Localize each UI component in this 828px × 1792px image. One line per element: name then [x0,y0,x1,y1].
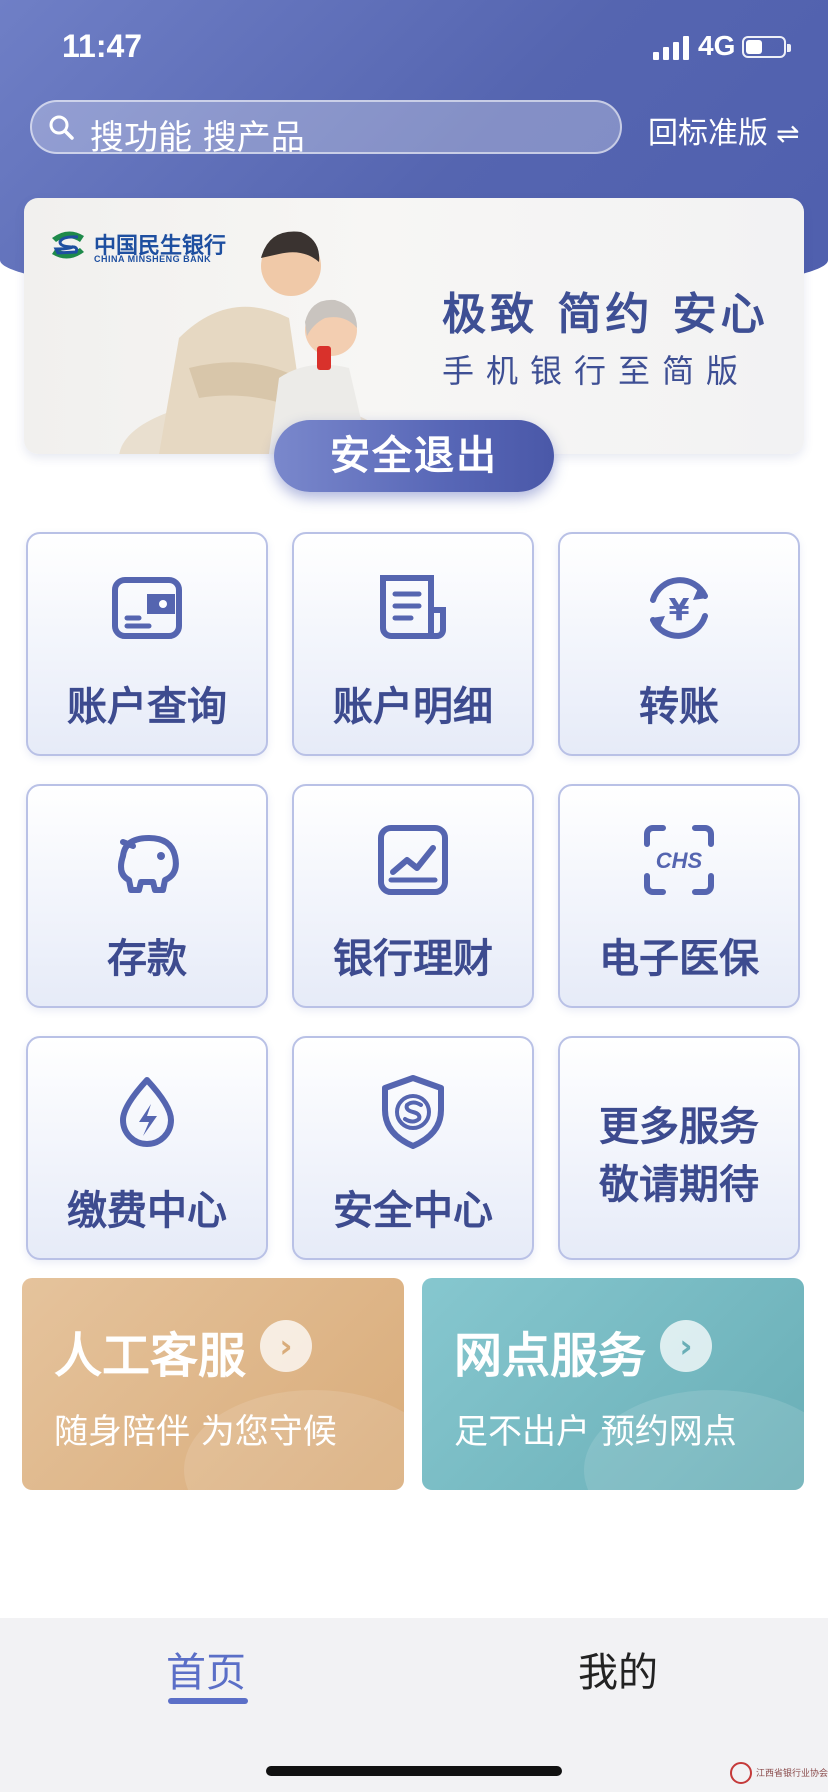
service-transfer[interactable]: ¥ 转账 [558,532,800,756]
association-watermark: 江西省银行业协会 [730,1758,828,1788]
minsheng-logo-icon [52,231,84,259]
branch-service-card[interactable]: 网点服务 › 足不出户 预约网点 [422,1278,804,1490]
tab-home[interactable]: 首页 [166,1640,246,1698]
service-label: 电子医保 [599,936,759,982]
status-time: 11:47 [62,28,143,64]
home-indicator[interactable] [266,1766,562,1776]
promo-banner[interactable]: 中国民生银行 CHINA MINSHENG BANK 极致 简约 安心 手机银行… [24,198,804,454]
piggy-bank-icon [118,835,179,893]
more-services-line2: 敬请期待 [599,1162,759,1208]
service-deposit[interactable]: 存款 [26,784,268,1008]
more-services-text: 更多服务 敬请期待 [560,1098,798,1214]
watermark-text: 江西省银行业协会 [756,1769,828,1779]
cellular-signal-icon [653,36,691,60]
banner-slogan: 极致 简约 安心 [442,289,769,340]
network-type: 4G [698,30,736,61]
service-label: 银行理财 [333,936,493,982]
customer-service-title: 人工客服 [54,1328,247,1384]
service-label: 安全中心 [333,1188,493,1234]
battery-icon [742,36,791,58]
standard-version-switch[interactable]: 回标准版 ⇌ [648,108,799,152]
banner-subtitle: 手机银行至简版 [442,352,751,390]
more-services-line1: 更多服务 [599,1104,759,1150]
service-payment-center[interactable]: 缴费中心 [26,1036,268,1260]
service-security-center[interactable]: 安全中心 [292,1036,534,1260]
chevron-right-icon: › [260,1320,312,1372]
service-label: 缴费中心 [67,1188,227,1234]
switch-label: 回标准版 [648,116,768,151]
service-more-coming-soon: 更多服务 敬请期待 [558,1036,800,1260]
battery-level [746,40,762,54]
service-label: 存款 [107,936,187,982]
water-drop-lightning-icon [120,1077,174,1147]
swap-arrows-icon: ⇌ [776,117,800,150]
service-wealth-management[interactable]: 银行理财 [292,784,534,1008]
service-label: 账户明细 [333,684,493,730]
search-input[interactable]: 搜功能 搜产品 [30,100,622,158]
tab-mine[interactable]: 我的 [578,1640,658,1698]
service-label: 转账 [639,684,719,730]
tab-active-indicator [168,1698,248,1704]
service-e-medical-insurance[interactable]: CHS 电子医保 [558,784,800,1008]
elderly-couple-photo [119,231,399,454]
bottom-tab-bar: 首页 我的 江西省银行业协会 [0,1618,828,1792]
branch-service-title: 网点服务 [454,1328,647,1384]
safe-logout-button[interactable]: 安全退出 [274,420,554,492]
customer-service-card[interactable]: 人工客服 › 随身陪伴 为您守候 [22,1278,404,1490]
chart-trend-icon [378,825,448,895]
service-account-query[interactable]: 账户查询 [26,532,268,756]
chs-text: CHS [656,848,703,873]
service-account-detail[interactable]: 账户明细 [292,532,534,756]
search-placeholder: 搜功能 搜产品 [90,118,305,158]
yuan-exchange-icon: ¥ [650,577,708,639]
chs-scan-icon: CHS [644,825,714,895]
service-label: 账户查询 [67,684,227,730]
wallet-card-icon [112,577,182,639]
branch-service-subtitle: 足不出户 预约网点 [454,1412,737,1452]
document-list-icon [380,575,446,639]
yuan-glyph: ¥ [669,593,690,628]
search-icon [49,115,74,140]
seal-icon [730,1762,752,1784]
chevron-right-icon: › [660,1320,712,1372]
status-bar: 11:47 4G [0,0,828,96]
customer-service-subtitle: 随身陪伴 为您守候 [54,1412,337,1452]
shield-s-icon [382,1075,444,1149]
